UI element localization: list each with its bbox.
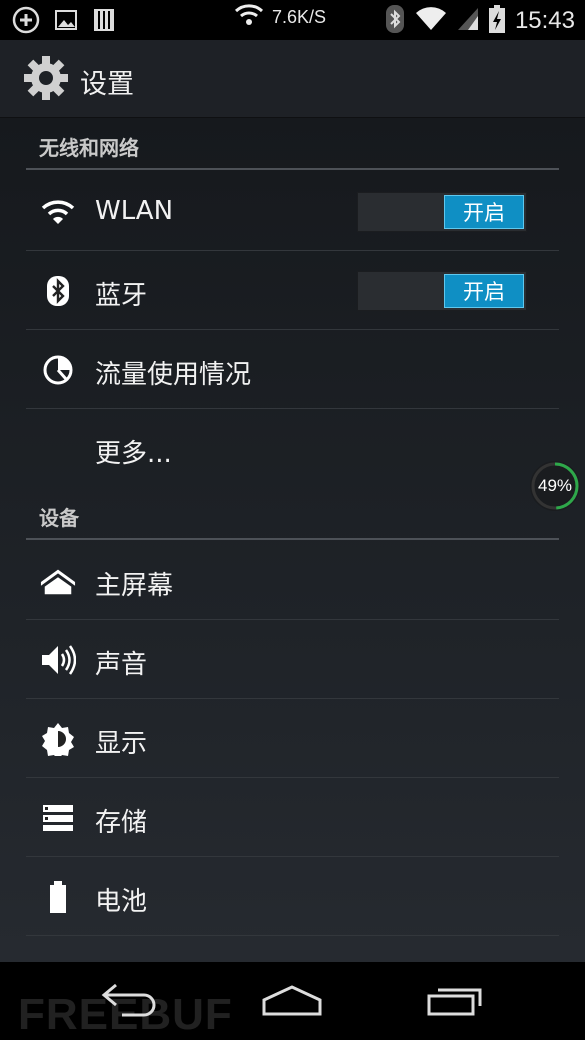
section-header-device: 设备 bbox=[26, 488, 559, 540]
net-speed-text: 7.6K/S bbox=[272, 6, 327, 27]
recent-apps-button[interactable] bbox=[416, 980, 496, 1024]
bluetooth-icon bbox=[40, 273, 76, 309]
brightness-icon bbox=[40, 721, 76, 757]
settings-item-storage[interactable]: 存储 bbox=[26, 778, 559, 857]
add-circle-icon bbox=[12, 6, 40, 38]
home-icon bbox=[40, 563, 76, 599]
settings-item-label: 声音 bbox=[95, 650, 148, 680]
home-outline-icon bbox=[261, 984, 323, 1020]
section-header-label: 设备 bbox=[39, 506, 79, 530]
battery-icon bbox=[40, 879, 76, 915]
status-bar: 7.6K/S 15:43 bbox=[0, 0, 585, 40]
settings-item-label: 流量使用情况 bbox=[95, 360, 252, 390]
settings-item-more[interactable]: 更多... bbox=[26, 409, 559, 488]
settings-item-label: 更多... bbox=[95, 439, 172, 469]
back-icon bbox=[100, 983, 160, 1021]
settings-item-label: 电池 bbox=[95, 887, 148, 917]
settings-item-wlan[interactable]: WLAN 开启 bbox=[26, 172, 559, 251]
settings-item-home-screen[interactable]: 主屏幕 bbox=[26, 541, 559, 620]
settings-item-display[interactable]: 显示 bbox=[26, 699, 559, 778]
settings-item-partial[interactable] bbox=[26, 936, 559, 962]
settings-item-sound[interactable]: 声音 bbox=[26, 620, 559, 699]
section-header-wireless: 无线和网络 bbox=[26, 118, 559, 170]
wifi-icon bbox=[40, 194, 76, 230]
speaker-icon bbox=[40, 642, 76, 678]
settings-list[interactable]: 无线和网络 WLAN 开启 蓝牙 开启 流量使用情况 更多... 设备 主屏幕 … bbox=[0, 118, 585, 962]
badge-percent-text: 49% bbox=[537, 476, 573, 495]
settings-item-label: 蓝牙 bbox=[95, 281, 148, 311]
net-speed: 7.6K/S bbox=[234, 4, 326, 30]
wifi-icon bbox=[234, 4, 264, 30]
signal-icon bbox=[457, 6, 479, 36]
settings-item-label: 主屏幕 bbox=[95, 571, 174, 601]
bluetooth-toggle[interactable]: 开启 bbox=[357, 271, 527, 311]
image-icon bbox=[54, 8, 78, 36]
memory-percent-badge[interactable]: 49% bbox=[530, 461, 580, 511]
status-right-icons: 15:43 bbox=[385, 4, 575, 38]
action-bar: 设置 bbox=[0, 40, 585, 118]
settings-item-label: 存储 bbox=[95, 808, 148, 838]
section-header-label: 无线和网络 bbox=[39, 136, 139, 160]
settings-item-data-usage[interactable]: 流量使用情况 bbox=[26, 330, 559, 409]
recent-apps-icon bbox=[426, 984, 486, 1020]
clock: 15:43 bbox=[514, 7, 575, 34]
battery-charging-icon bbox=[488, 5, 505, 37]
page-title: 设置 bbox=[80, 69, 134, 100]
toggle-on-label: 开启 bbox=[444, 195, 524, 229]
toggle-on-label: 开启 bbox=[444, 274, 524, 308]
settings-item-label: WLAN bbox=[95, 196, 174, 226]
wifi-icon bbox=[415, 6, 447, 36]
storage-icon bbox=[40, 800, 76, 836]
settings-item-label: 显示 bbox=[95, 729, 148, 759]
bluetooth-icon bbox=[385, 4, 405, 38]
status-left-icons bbox=[12, 6, 116, 38]
gear-icon[interactable] bbox=[22, 54, 70, 102]
wlan-toggle[interactable]: 开启 bbox=[357, 192, 527, 232]
data-usage-icon bbox=[40, 352, 76, 388]
navigation-bar: FREEBUF bbox=[0, 962, 585, 1040]
back-button[interactable] bbox=[90, 980, 170, 1024]
sim-bars-icon bbox=[92, 7, 116, 37]
home-button[interactable] bbox=[252, 980, 332, 1024]
settings-item-battery[interactable]: 电池 bbox=[26, 857, 559, 936]
settings-item-bluetooth[interactable]: 蓝牙 开启 bbox=[26, 251, 559, 330]
